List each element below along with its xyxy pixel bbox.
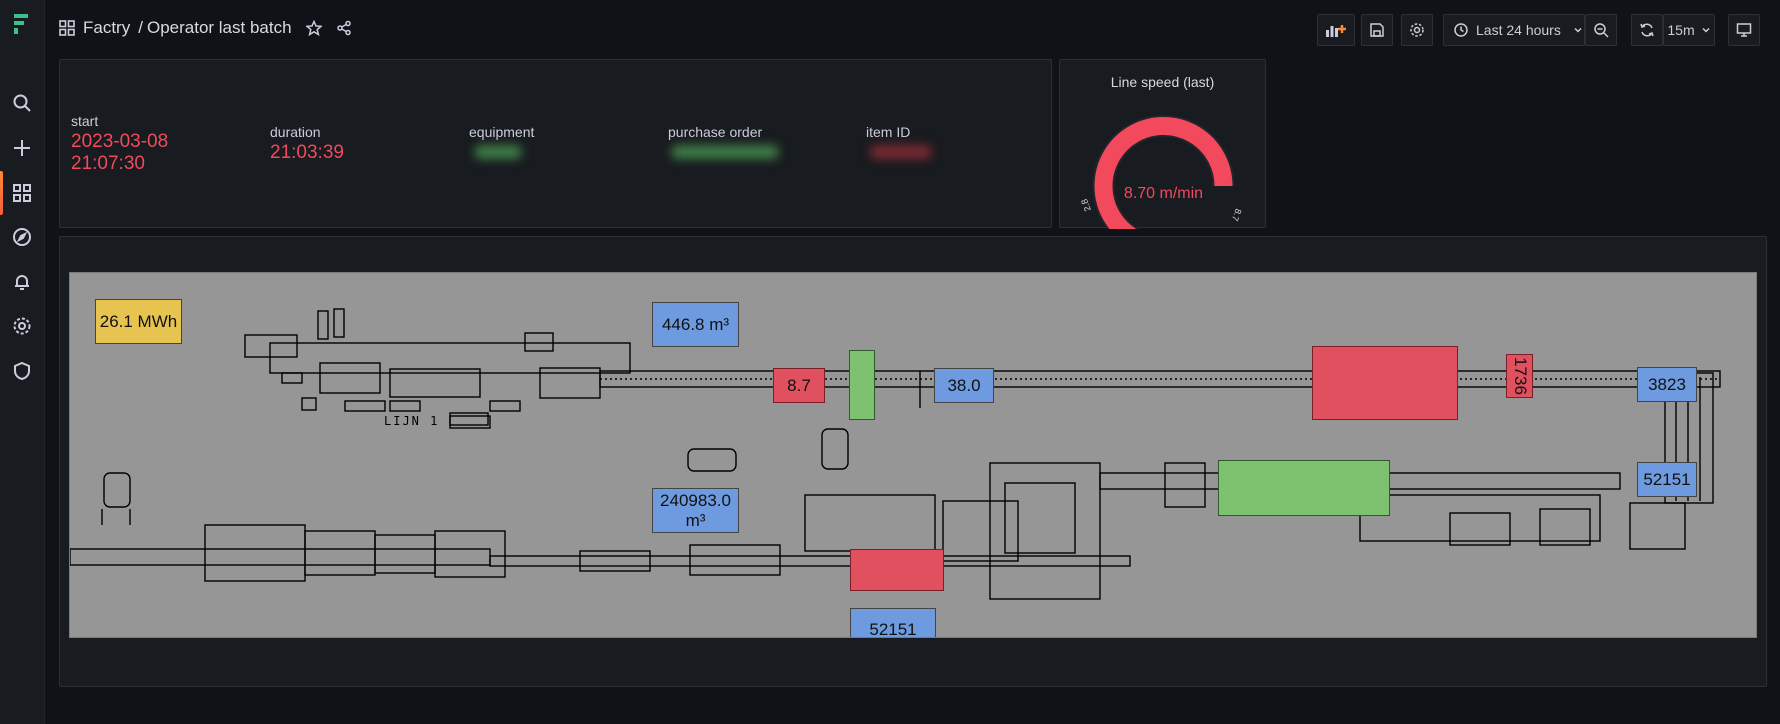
chevron-down-icon bbox=[1702, 27, 1710, 33]
upper-machinery-cluster bbox=[244, 308, 631, 429]
line-speed-gauge: 8.70 m/min 2.8 8.7 bbox=[1079, 115, 1244, 229]
red-vertical-value: 1736 bbox=[1510, 357, 1530, 395]
volume-mid-value: 240983.0 bbox=[660, 490, 731, 510]
operator-chair-mid bbox=[687, 448, 737, 472]
refresh-interval-picker[interactable]: 15m bbox=[1663, 14, 1715, 46]
refresh-icon bbox=[1640, 23, 1654, 37]
duration-label: duration bbox=[270, 124, 321, 140]
volume-mid-unit: m³ bbox=[685, 510, 706, 530]
time-range-picker[interactable]: Last 24 hours bbox=[1443, 14, 1585, 46]
add-panel-button[interactable] bbox=[1317, 14, 1355, 46]
blue-indicator-bottom: 52151 bbox=[850, 608, 936, 637]
refresh-interval-label: 15m bbox=[1667, 22, 1695, 38]
gauge-min-label: 2.8 bbox=[1079, 198, 1093, 213]
tv-mode-button[interactable] bbox=[1728, 14, 1760, 46]
share-icon[interactable] bbox=[336, 20, 352, 36]
save-icon bbox=[1370, 23, 1384, 37]
equipment-value-redacted bbox=[474, 145, 522, 159]
purchase-order-value-redacted bbox=[671, 145, 779, 159]
line-label: LIJN 1 bbox=[384, 414, 439, 428]
breadcrumb-separator: / bbox=[138, 18, 143, 37]
top-bar: Factry / Operator last batch Last 24 hou… bbox=[45, 0, 1780, 60]
volume-top-box: 446.8 m³ bbox=[652, 302, 739, 347]
zoom-out-button[interactable] bbox=[1585, 14, 1617, 46]
dashboard-title[interactable]: Operator last batch bbox=[147, 18, 292, 38]
start-label: start bbox=[71, 113, 99, 129]
plus-icon[interactable] bbox=[11, 137, 33, 159]
red-machine-indicator-2 bbox=[850, 549, 944, 591]
save-button[interactable] bbox=[1361, 14, 1393, 46]
app-logo-icon[interactable] bbox=[12, 12, 32, 36]
settings-button[interactable] bbox=[1401, 14, 1433, 46]
explore-icon[interactable] bbox=[11, 226, 33, 248]
blue-indicator-right-top: 3823 bbox=[1637, 367, 1697, 402]
star-icon[interactable] bbox=[305, 20, 322, 36]
line-speed-panel: Line speed (last) 8.70 m/min 2.8 8.7 bbox=[1059, 59, 1266, 229]
gauge-value: 8.70 m/min bbox=[1124, 185, 1203, 202]
zoom-out-icon bbox=[1594, 23, 1609, 38]
lower-conveyor-left bbox=[70, 548, 491, 566]
gauge-max-label: 8.7 bbox=[1230, 207, 1244, 222]
operator-chair-right bbox=[821, 428, 849, 470]
shield-icon[interactable] bbox=[11, 360, 33, 382]
start-value-date: 2023-03-08 bbox=[71, 131, 169, 152]
dashboard-grid-icon bbox=[59, 20, 75, 36]
purchase-order-label: purchase order bbox=[668, 124, 763, 140]
operator-chair-left bbox=[101, 472, 131, 525]
red-machine-indicator bbox=[1312, 346, 1458, 420]
clock-icon bbox=[1454, 23, 1468, 37]
production-line-canvas: LIJN 1 26.1 MWh 446.8 m³ 8.7 38.0 1736 3… bbox=[69, 272, 1757, 638]
volume-mid-box: 240983.0 m³ bbox=[652, 488, 739, 533]
batch-stats-panel: start 2023-03-08 21:07:30 duration 21:03… bbox=[59, 59, 1052, 228]
breadcrumb-folder[interactable]: Factry bbox=[83, 18, 130, 38]
breadcrumb: Factry / Operator last batch bbox=[59, 18, 352, 38]
active-indicator bbox=[0, 171, 3, 215]
energy-value-box: 26.1 MWh bbox=[95, 299, 182, 344]
red-indicator-1: 8.7 bbox=[773, 368, 825, 403]
bell-icon[interactable] bbox=[11, 271, 33, 293]
equipment-label: equipment bbox=[469, 124, 535, 140]
lower-conveyor-mid bbox=[489, 555, 1131, 567]
refresh-button[interactable] bbox=[1631, 14, 1663, 46]
start-value-time: 21:07:30 bbox=[71, 153, 145, 174]
red-vertical-indicator: 1736 bbox=[1506, 354, 1533, 398]
chevron-down-icon bbox=[1574, 27, 1582, 33]
duration-value: 21:03:39 bbox=[270, 142, 344, 163]
green-machine-indicator bbox=[1218, 460, 1390, 516]
gear-icon[interactable] bbox=[11, 315, 33, 337]
item-id-label: item ID bbox=[866, 124, 911, 140]
dashboards-icon[interactable] bbox=[11, 182, 33, 204]
green-indicator-1 bbox=[849, 350, 875, 420]
add-panel-icon bbox=[1326, 25, 1346, 37]
line-label-frame bbox=[449, 412, 489, 426]
item-id-value-redacted bbox=[870, 145, 932, 159]
blue-indicator-right-mid: 52151 bbox=[1637, 462, 1697, 497]
sidebar bbox=[0, 0, 45, 724]
time-range-label: Last 24 hours bbox=[1476, 22, 1561, 38]
blue-indicator-1: 38.0 bbox=[934, 368, 994, 403]
search-icon[interactable] bbox=[11, 92, 33, 114]
monitor-icon bbox=[1736, 23, 1752, 37]
gear-icon bbox=[1410, 23, 1424, 37]
